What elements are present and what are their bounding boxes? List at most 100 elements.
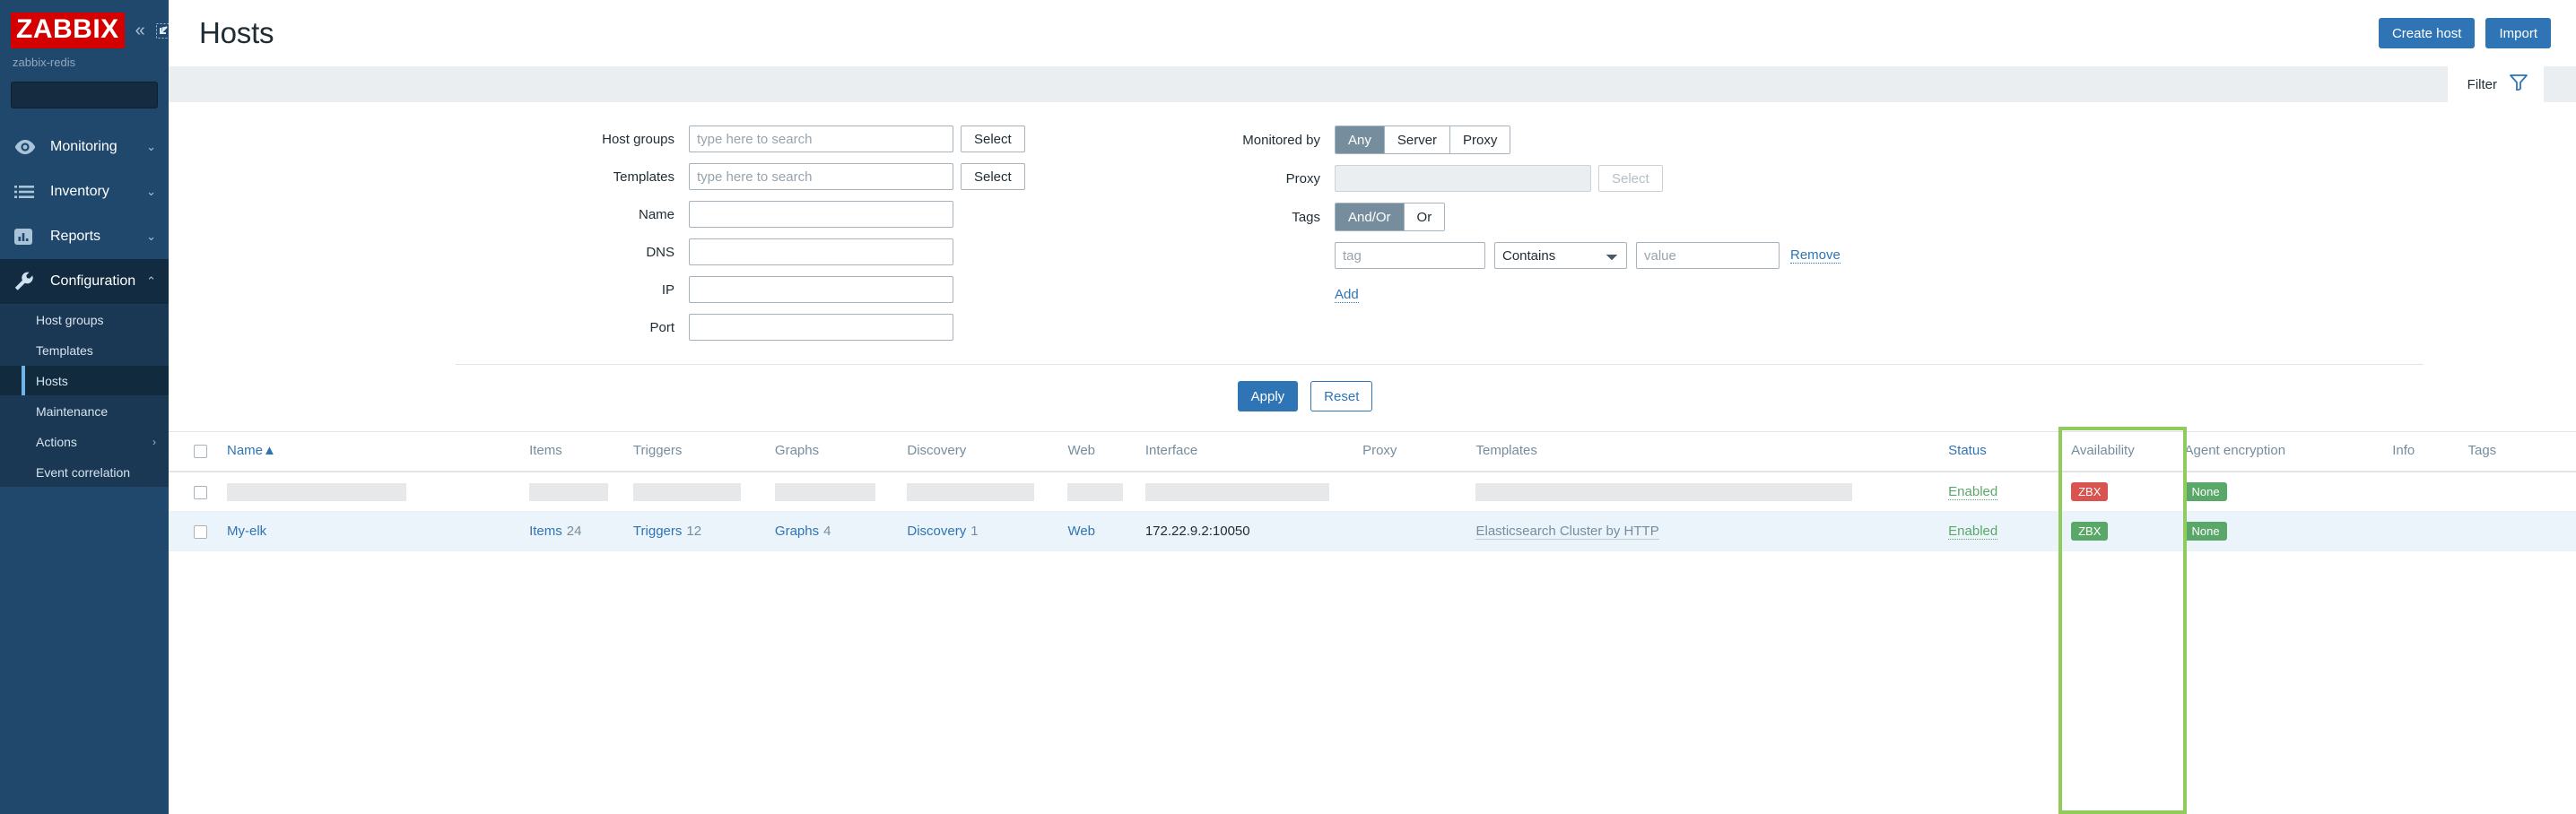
port-input[interactable]: [689, 314, 953, 341]
host-groups-select-button[interactable]: Select: [961, 126, 1025, 152]
chevron-down-icon[interactable]: ⌄: [146, 140, 156, 154]
sidebar-item-reports[interactable]: Reports ⌄: [0, 214, 169, 259]
row-tags-cell: [2463, 512, 2576, 551]
availability-badge[interactable]: ZBX: [2071, 482, 2108, 501]
sidebar-subitem-hosts[interactable]: Hosts: [0, 365, 169, 395]
redaction-bar: [1475, 483, 1852, 501]
tags-label: Tags: [1146, 210, 1335, 225]
sidebar-subitem-templates[interactable]: Templates: [0, 334, 169, 365]
column-header-info: Info: [2387, 432, 2462, 472]
tag-operator-select[interactable]: Contains: [1494, 242, 1627, 269]
chevron-up-icon[interactable]: ⌃: [146, 274, 156, 289]
sidebar-subitem-actions[interactable]: Actions ›: [0, 426, 169, 456]
redaction-bar: [775, 483, 875, 501]
ip-input[interactable]: [689, 276, 953, 303]
tab-filter[interactable]: Filter: [2448, 66, 2544, 102]
table-row[interactable]: Enabled ZBX None: [169, 472, 2576, 512]
sidebar-item-inventory[interactable]: Inventory ⌄: [0, 169, 169, 214]
reset-button[interactable]: Reset: [1310, 381, 1372, 411]
sidebar-item-monitoring[interactable]: Monitoring ⌄: [0, 125, 169, 169]
apply-button[interactable]: Apply: [1238, 381, 1299, 411]
row-interface-cell: [1140, 472, 1357, 512]
tag-name-input[interactable]: [1335, 242, 1485, 269]
column-header-status[interactable]: Status: [1943, 432, 2066, 472]
funnel-icon[interactable]: [2510, 74, 2528, 94]
sidebar-item-label: Inventory: [50, 184, 146, 200]
sidebar: ZABBIX « zabbix-redis: [0, 0, 169, 814]
sidebar-subitem-host-groups[interactable]: Host groups: [0, 304, 169, 334]
row-checkbox[interactable]: [194, 525, 207, 539]
discovery-link[interactable]: Discovery: [907, 524, 966, 539]
column-header-templates: Templates: [1470, 432, 1943, 472]
sidebar-item-configuration[interactable]: Configuration ⌃: [0, 259, 169, 304]
monitored-by-label: Monitored by: [1146, 133, 1335, 148]
row-checkbox[interactable]: [194, 486, 207, 499]
sort-asc-icon: ▲: [263, 443, 276, 458]
templates-label: Templates: [169, 169, 689, 185]
row-graphs-cell: Graphs4: [770, 512, 901, 551]
graphs-link[interactable]: Graphs: [775, 524, 819, 539]
tags-mode-option-and-or[interactable]: And/Or: [1336, 204, 1405, 230]
eye-icon: [14, 139, 38, 155]
tag-value-input[interactable]: [1636, 242, 1780, 269]
filter-field-dns: DNS: [169, 238, 1146, 265]
create-host-button[interactable]: Create host: [2379, 18, 2476, 48]
redaction-bar: [227, 483, 406, 501]
availability-badge[interactable]: ZBX: [2071, 522, 2108, 541]
redaction-bar: [907, 483, 1034, 501]
redaction-bar: [633, 483, 741, 501]
monitored-by-option-any[interactable]: Any: [1336, 126, 1385, 153]
sidebar-subitem-label: Actions: [36, 435, 77, 449]
zabbix-logo[interactable]: ZABBIX: [11, 13, 125, 48]
chevron-down-icon[interactable]: ⌄: [146, 229, 156, 244]
row-checkbox-cell: [169, 472, 222, 512]
filter-tag-add-row: Add: [1146, 280, 1841, 303]
row-name-cell: My-elk: [222, 512, 524, 551]
proxy-input[interactable]: [1335, 165, 1591, 192]
template-link[interactable]: Elasticsearch Cluster by HTTP: [1475, 524, 1658, 540]
page-header: Hosts Create host Import: [169, 0, 2576, 66]
sidebar-search[interactable]: [11, 82, 158, 108]
sidebar-item-label: Monitoring: [50, 139, 146, 155]
tag-add-link[interactable]: Add: [1335, 287, 1359, 303]
status-link[interactable]: Enabled: [1948, 524, 1997, 540]
column-header-agent-encryption: Agent encryption: [2180, 432, 2388, 472]
items-link[interactable]: Items: [529, 524, 562, 539]
chevron-right-icon[interactable]: ›: [152, 436, 156, 448]
chevrons-left-icon[interactable]: «: [135, 22, 145, 39]
web-link[interactable]: Web: [1067, 524, 1095, 539]
collapse-pane-icon[interactable]: [156, 23, 169, 39]
templates-input[interactable]: [689, 163, 953, 190]
triggers-link[interactable]: Triggers: [633, 524, 682, 539]
name-input[interactable]: [689, 201, 953, 228]
sidebar-submenu-configuration: Host groups Templates Hosts Maintenance …: [0, 304, 169, 487]
select-all-checkbox[interactable]: [194, 445, 207, 458]
sidebar-item-label: Configuration: [50, 273, 146, 290]
row-status-cell: Enabled: [1943, 472, 2066, 512]
chevron-down-icon[interactable]: ⌄: [146, 185, 156, 199]
column-header-name[interactable]: Name▲: [222, 432, 524, 472]
host-groups-input[interactable]: [689, 126, 953, 152]
proxy-label: Proxy: [1146, 171, 1335, 186]
column-header-discovery: Discovery: [901, 432, 1062, 472]
monitored-by-option-server[interactable]: Server: [1385, 126, 1450, 153]
row-web-cell: Web: [1062, 512, 1139, 551]
templates-select-button[interactable]: Select: [961, 163, 1025, 190]
tag-remove-link[interactable]: Remove: [1790, 247, 1841, 264]
dns-input[interactable]: [689, 238, 953, 265]
tags-mode-option-or[interactable]: Or: [1405, 204, 1445, 230]
status-link[interactable]: Enabled: [1948, 484, 1997, 500]
column-header-web: Web: [1062, 432, 1139, 472]
sidebar-subitem-maintenance[interactable]: Maintenance: [0, 395, 169, 426]
filter-tab-label: Filter: [2467, 77, 2497, 92]
monitored-by-option-proxy[interactable]: Proxy: [1450, 126, 1510, 153]
host-name-link[interactable]: My-elk: [227, 524, 266, 539]
redaction-bar: [1145, 483, 1329, 501]
column-header-tags: Tags: [2463, 432, 2576, 472]
table-row[interactable]: My-elk Items24 Triggers12 Graphs4 Discov: [169, 512, 2576, 551]
import-button[interactable]: Import: [2485, 18, 2551, 48]
proxy-select-button[interactable]: Select: [1598, 165, 1663, 192]
row-web-cell: [1062, 472, 1139, 512]
search-input[interactable]: [19, 88, 169, 103]
sidebar-subitem-event-correlation[interactable]: Event correlation: [0, 456, 169, 487]
